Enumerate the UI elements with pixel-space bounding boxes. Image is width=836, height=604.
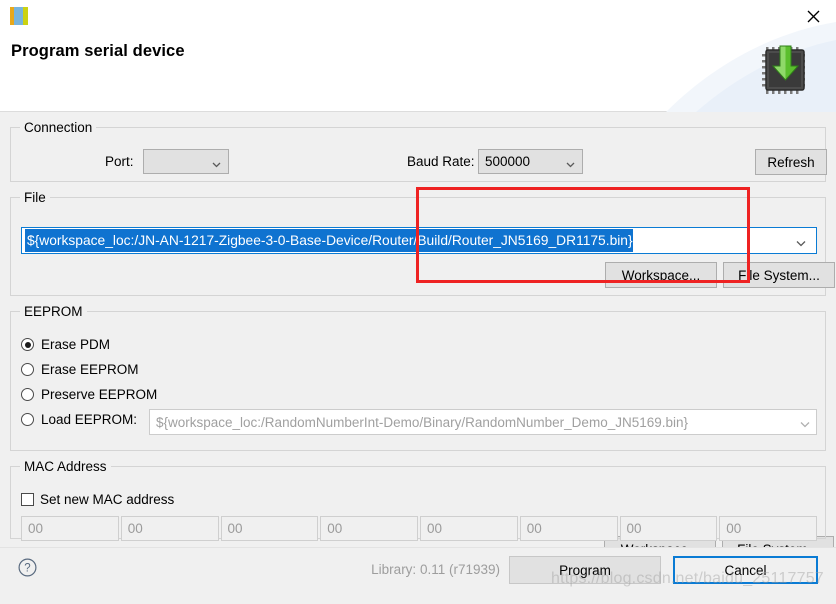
eeprom-group: EEPROM Erase PDM Erase EEPROM Preserve E… [10,304,826,451]
eeprom-option-erase-eeprom[interactable]: Erase EEPROM [21,362,139,377]
file-workspace-button[interactable]: Workspace... [605,262,717,288]
set-new-mac-checkbox[interactable]: Set new MAC address [21,492,174,507]
mac-octet-input[interactable]: 00 [619,516,718,541]
program-button[interactable]: Program [509,556,661,584]
mac-octet-input[interactable]: 00 [719,516,817,541]
mac-octet-input[interactable]: 00 [519,516,618,541]
chevron-down-icon [796,236,806,246]
chevron-down-icon [212,157,221,167]
chevron-down-icon [566,157,575,167]
eeprom-option-label: Erase PDM [41,337,111,352]
mac-address-group: MAC Address Set new MAC address 00 00 00… [10,459,826,541]
baud-rate-select[interactable]: 500000 [478,149,583,174]
port-select[interactable] [143,149,229,174]
help-icon[interactable]: ? [18,558,37,577]
eeprom-option-preserve-eeprom[interactable]: Preserve EEPROM [21,387,157,402]
baud-rate-label: Baud Rate: [407,154,475,169]
file-filesystem-button[interactable]: File System... [723,262,835,288]
mac-octet-input[interactable]: 00 [21,516,119,541]
mac-address-group-legend: MAC Address [24,459,107,474]
serial-device-icon [10,7,28,25]
eeprom-option-load-eeprom[interactable]: Load EEPROM: [21,412,137,427]
eeprom-option-label: Load EEPROM: [41,412,138,427]
chip-download-icon [760,44,814,98]
eeprom-group-legend: EEPROM [24,304,83,319]
eeprom-option-label: Preserve EEPROM [41,387,158,402]
file-group: File ${workspace_loc:/JN-AN-1217-Zigbee-… [10,190,835,296]
load-eeprom-path-combo[interactable]: ${workspace_loc:/RandomNumberInt-Demo/Bi… [149,409,817,435]
connection-group-legend: Connection [24,120,93,135]
radio-icon [21,388,34,401]
mac-octet-input[interactable]: 00 [320,516,418,541]
radio-icon [21,338,34,351]
set-new-mac-label: Set new MAC address [40,492,175,507]
file-path-combo[interactable]: ${workspace_loc:/JN-AN-1217-Zigbee-3-0-B… [21,227,817,254]
port-label: Port: [105,154,134,169]
page-title: Program serial device [11,42,185,60]
baud-rate-value: 500000 [485,154,531,169]
mac-octet-input[interactable]: 00 [220,516,319,541]
radio-icon [21,413,34,426]
library-version-label: Library: 0.11 (r71939) [371,562,500,577]
cancel-button[interactable]: Cancel [673,556,818,584]
mac-octet-input[interactable]: 00 [120,516,219,541]
svg-text:?: ? [24,563,30,575]
eeprom-option-erase-pdm[interactable]: Erase PDM [21,337,110,352]
dialog-body: Connection Port: Baud Rate: 500000 Refre… [0,112,836,562]
file-path-value: ${workspace_loc:/JN-AN-1217-Zigbee-3-0-B… [25,229,633,252]
dialog-title-bar: Program serial device [0,0,836,112]
radio-icon [21,363,34,376]
eeprom-option-label: Erase EEPROM [41,362,139,377]
load-eeprom-path-value: ${workspace_loc:/RandomNumberInt-Demo/Bi… [156,414,689,430]
checkbox-icon [21,493,34,506]
chevron-down-icon [800,417,810,428]
connection-group: Connection Port: Baud Rate: 500000 Refre… [10,120,827,182]
file-group-legend: File [24,190,46,205]
refresh-button[interactable]: Refresh [755,149,827,175]
mac-octet-input[interactable]: 00 [420,516,518,541]
close-icon[interactable] [790,0,836,32]
mac-octet-fields: 00 00 00 00 00 00 00 00 [21,516,817,541]
